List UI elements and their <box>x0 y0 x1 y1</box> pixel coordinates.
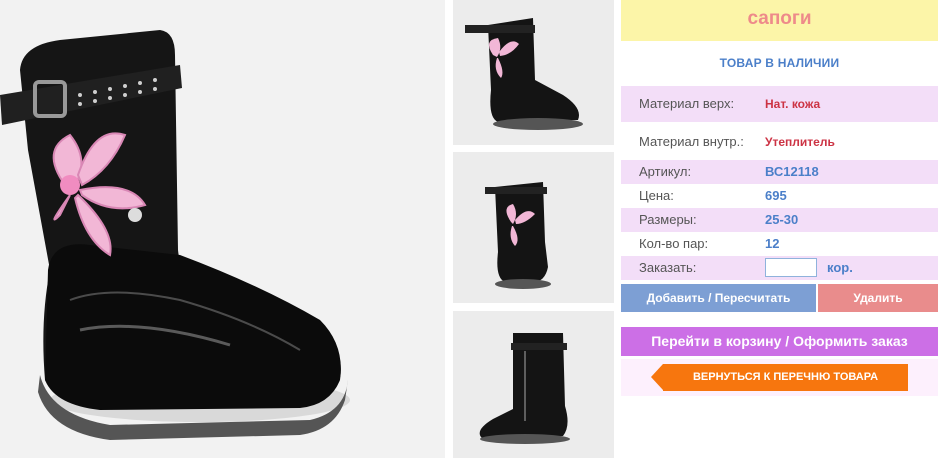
order-row: Заказать: кор. <box>621 256 938 280</box>
spec-value: 25-30 <box>765 212 799 227</box>
spec-row-article: Артикул: ВС12118 <box>621 160 938 184</box>
back-to-list-button[interactable]: ВЕРНУТЬСЯ К ПЕРЕЧНЮ ТОВАРА <box>651 364 908 391</box>
thumbnail-3[interactable] <box>453 311 614 458</box>
spec-label: Кол-во пар: <box>639 236 709 251</box>
order-label: Заказать: <box>639 260 697 275</box>
thumbnail-2[interactable] <box>453 152 614 303</box>
product-info-panel: сапоги ТОВАР В НАЛИЧИИ Материал верх: На… <box>621 0 938 458</box>
product-title: сапоги <box>747 8 812 29</box>
quantity-input[interactable] <box>765 258 817 277</box>
product-title-bar: сапоги <box>621 0 938 41</box>
main-product-image <box>0 0 445 458</box>
quantity-unit: кор. <box>827 260 853 275</box>
spec-row-pairs: Кол-во пар: 12 <box>621 232 938 256</box>
spec-label: Материал верх: <box>639 96 735 111</box>
spec-value: 695 <box>765 188 787 203</box>
go-to-cart-button[interactable]: Перейти в корзину / Оформить заказ <box>621 327 938 356</box>
delete-button[interactable]: Удалить <box>818 284 938 312</box>
spec-label: Артикул: <box>639 164 692 179</box>
thumbnail-1[interactable] <box>453 0 614 145</box>
spec-value: ВС12118 <box>765 164 819 179</box>
back-button-area: ВЕРНУТЬСЯ К ПЕРЕЧНЮ ТОВАРА <box>621 359 938 396</box>
product-page: сапоги ТОВАР В НАЛИЧИИ Материал верх: На… <box>0 0 938 458</box>
stock-status: ТОВАР В НАЛИЧИИ <box>719 56 840 70</box>
spec-value: Утеплитель <box>765 135 835 149</box>
spec-row-material-inner: Материал внутр.: Утеплитель <box>621 123 938 159</box>
spec-label: Размеры: <box>639 212 697 227</box>
spec-row-sizes: Размеры: 25-30 <box>621 208 938 232</box>
spec-label: Цена: <box>639 188 674 203</box>
spec-row-material-upper: Материал верх: Нат. кожа <box>621 86 938 122</box>
spec-value: Нат. кожа <box>765 97 821 111</box>
add-recalculate-button[interactable]: Добавить / Пересчитать <box>621 284 816 312</box>
spec-row-price: Цена: 695 <box>621 184 938 208</box>
spec-label: Материал внутр.: <box>639 134 744 149</box>
spec-value: 12 <box>765 236 780 251</box>
